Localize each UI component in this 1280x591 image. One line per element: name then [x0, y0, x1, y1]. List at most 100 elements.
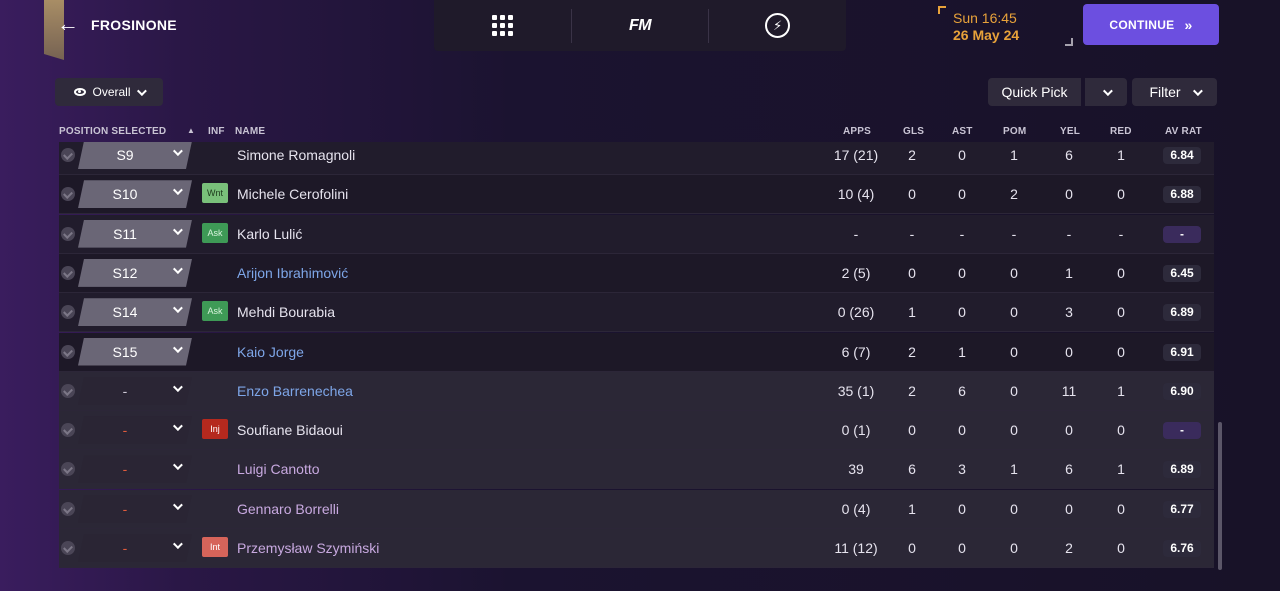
- select-check-icon[interactable]: [61, 305, 75, 320]
- table-row[interactable]: - Enzo Barrenechea 35 (1) 2 6 0 11 1 6.90: [59, 371, 1214, 411]
- select-check-icon[interactable]: [61, 187, 75, 202]
- position-select[interactable]: -: [78, 534, 192, 562]
- col-yel[interactable]: YEL: [1060, 126, 1080, 137]
- position-select[interactable]: S15: [78, 338, 192, 366]
- player-name[interactable]: Karlo Lulić: [237, 215, 302, 254]
- select-check-icon[interactable]: [61, 423, 75, 438]
- rating-badge: 6.84: [1163, 147, 1201, 164]
- player-name[interactable]: Arijon Ibrahimović: [237, 254, 348, 293]
- rating-badge: 6.89: [1163, 304, 1201, 322]
- status-badge[interactable]: Ask: [202, 222, 228, 243]
- player-name[interactable]: Mehdi Bourabia: [237, 293, 335, 332]
- back-arrow-icon[interactable]: ←: [54, 10, 82, 38]
- position-select[interactable]: -: [78, 416, 192, 444]
- stat-pom: 0: [1010, 500, 1018, 517]
- stat-pom: 1: [1010, 461, 1018, 478]
- continue-button[interactable]: CONTINUE »: [1083, 4, 1219, 45]
- chevron-down-icon: [173, 461, 183, 471]
- double-chevron-icon: »: [1184, 16, 1193, 33]
- eye-icon: [74, 88, 87, 96]
- col-av-rat[interactable]: AV RAT: [1165, 126, 1202, 137]
- club-name[interactable]: FROSINONE: [91, 17, 177, 33]
- table-row[interactable]: - Inj Soufiane Bidaoui 0 (1) 0 0 0 0 0 -: [59, 411, 1214, 451]
- quick-pick-dropdown[interactable]: [1085, 78, 1127, 106]
- col-gls[interactable]: GLS: [903, 126, 924, 137]
- position-select[interactable]: S10: [78, 180, 192, 208]
- col-pom[interactable]: POM: [1003, 126, 1026, 137]
- stat-ast: 0: [958, 186, 966, 203]
- stat-gls: 0: [908, 422, 916, 439]
- table-row[interactable]: S9 Simone Romagnoli 17 (21) 2 0 1 6 1 6.84: [59, 142, 1214, 175]
- stat-apps: 17 (21): [833, 147, 879, 163]
- chevron-down-icon: [173, 500, 183, 510]
- select-check-icon[interactable]: [61, 226, 75, 241]
- table-row[interactable]: S15 Kaio Jorge 6 (7) 2 1 0 0 0 6.91: [59, 332, 1214, 372]
- stat-pom: 0: [1010, 343, 1018, 360]
- date-corner: [938, 6, 946, 14]
- scrollbar[interactable]: [1218, 422, 1222, 570]
- player-name[interactable]: Luigi Canotto: [237, 450, 320, 489]
- status-badge[interactable]: Inj: [202, 419, 228, 440]
- filter-button[interactable]: Filter: [1132, 78, 1217, 106]
- chevron-down-icon: [173, 264, 183, 274]
- table-row[interactable]: S12 Arijon Ibrahimović 2 (5) 0 0 0 1 0 6.45: [59, 253, 1214, 293]
- stat-apps: 6 (7): [841, 343, 871, 360]
- fm-home-button[interactable]: FM: [572, 0, 709, 51]
- col-name[interactable]: NAME: [235, 126, 265, 137]
- col-apps[interactable]: APPS: [843, 126, 871, 137]
- table-row[interactable]: S14 Ask Mehdi Bourabia 0 (26) 1 0 0 3 0 6.89: [59, 293, 1214, 333]
- stat-pom: 0: [1010, 382, 1018, 399]
- select-check-icon[interactable]: [61, 541, 75, 555]
- col-inf[interactable]: INF: [208, 126, 225, 137]
- player-name[interactable]: Soufiane Bidaoui: [237, 411, 343, 450]
- position-select[interactable]: S11: [78, 220, 192, 248]
- stat-yel: 2: [1065, 540, 1073, 556]
- player-name[interactable]: Michele Cerofolini: [237, 175, 348, 214]
- select-check-icon[interactable]: [61, 462, 75, 477]
- col-position[interactable]: POSITION SELECTED: [59, 126, 166, 137]
- player-name[interactable]: Gennaro Borrelli: [237, 490, 339, 529]
- select-check-icon[interactable]: [61, 265, 75, 280]
- position-label: S9: [116, 147, 134, 163]
- select-check-icon[interactable]: [61, 501, 75, 516]
- filter-label: Filter: [1149, 84, 1181, 100]
- player-name[interactable]: Simone Romagnoli: [237, 142, 355, 175]
- select-check-icon[interactable]: [61, 344, 75, 359]
- player-name[interactable]: Przemysław Szymiński: [237, 529, 379, 568]
- position-select[interactable]: S14: [78, 298, 192, 326]
- table-row[interactable]: - Int Przemysław Szymiński 11 (12) 0 0 0 2 0 6.76: [59, 529, 1214, 568]
- table-row[interactable]: - Gennaro Borrelli 0 (4) 1 0 0 0 0 6.77: [59, 489, 1214, 529]
- stat-gls: -: [909, 225, 915, 242]
- top-nav: FM ⚡︎: [434, 0, 846, 51]
- player-name[interactable]: Kaio Jorge: [237, 333, 304, 372]
- status-badge[interactable]: Int: [202, 537, 228, 557]
- sort-up-icon: ▲: [187, 126, 196, 135]
- bolt-button[interactable]: ⚡︎: [709, 0, 846, 51]
- select-check-icon[interactable]: [61, 383, 75, 398]
- chevron-down-icon: [173, 343, 183, 353]
- rating-badge: -: [1163, 225, 1201, 243]
- select-check-icon[interactable]: [61, 148, 75, 162]
- position-select[interactable]: S9: [78, 142, 192, 169]
- quick-pick-button[interactable]: Quick Pick: [988, 78, 1081, 106]
- table-row[interactable]: - Luigi Canotto 39 6 3 1 6 1 6.89: [59, 450, 1214, 490]
- stat-red: 0: [1117, 540, 1125, 556]
- stat-ast: 1: [958, 343, 966, 360]
- stat-red: 1: [1117, 382, 1125, 399]
- player-name[interactable]: Enzo Barrenechea: [237, 372, 353, 411]
- position-select[interactable]: -: [78, 377, 192, 405]
- table-row[interactable]: S10 Wnt Michele Cerofolini 10 (4) 0 0 2 0 0 6.88: [59, 175, 1214, 215]
- position-select[interactable]: -: [78, 455, 192, 483]
- table-row[interactable]: S11 Ask Karlo Lulić - - - - - - -: [59, 214, 1214, 254]
- status-badge[interactable]: Ask: [202, 301, 228, 322]
- position-select[interactable]: S12: [78, 259, 192, 287]
- stat-ast: 0: [958, 264, 966, 281]
- position-label: S14: [112, 304, 138, 321]
- col-ast[interactable]: AST: [952, 126, 973, 137]
- position-select[interactable]: -: [78, 495, 192, 523]
- chevron-down-icon: [136, 85, 147, 96]
- menu-grid-button[interactable]: [434, 0, 571, 51]
- status-badge[interactable]: Wnt: [202, 183, 228, 204]
- view-selector[interactable]: Overall: [55, 78, 163, 106]
- col-red[interactable]: RED: [1110, 126, 1132, 137]
